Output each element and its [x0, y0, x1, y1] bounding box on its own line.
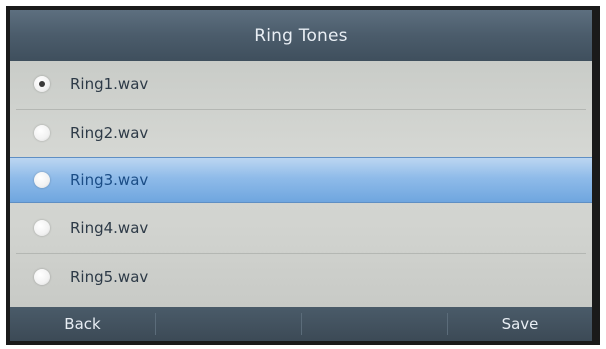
radio-unchecked-icon — [34, 172, 50, 188]
ring-tone-list: Ring1.wav Ring2.wav Ring3.wav Ring4.wav … — [10, 61, 592, 307]
back-softkey-label: Back — [64, 315, 101, 333]
ring-tone-label: Ring4.wav — [70, 219, 149, 237]
phone-screen: Ring Tones Ring1.wav Ring2.wav Ring3.wav… — [6, 6, 600, 345]
ring-tone-item-3[interactable]: Ring3.wav — [10, 157, 592, 203]
ring-tone-label: Ring2.wav — [70, 124, 149, 142]
radio-checked-icon — [34, 76, 50, 92]
ring-tone-label: Ring3.wav — [70, 171, 149, 189]
page-title: Ring Tones — [254, 25, 348, 46]
radio-unchecked-icon — [34, 125, 50, 141]
softkey-3[interactable] — [302, 307, 447, 341]
save-softkey[interactable]: Save — [448, 307, 592, 341]
radio-unchecked-icon — [34, 269, 50, 285]
ring-tone-item-2[interactable]: Ring2.wav — [10, 110, 592, 156]
ring-tone-label: Ring5.wav — [70, 268, 149, 286]
ring-tone-item-1[interactable]: Ring1.wav — [10, 61, 592, 107]
back-softkey[interactable]: Back — [10, 307, 155, 341]
ring-tone-item-5[interactable]: Ring5.wav — [10, 254, 592, 300]
radio-unchecked-icon — [34, 220, 50, 236]
softkey-2[interactable] — [156, 307, 301, 341]
softkey-bar: Back Save — [10, 307, 592, 341]
ring-tone-item-4[interactable]: Ring4.wav — [10, 205, 592, 251]
title-bar: Ring Tones — [10, 10, 592, 61]
save-softkey-label: Save — [501, 315, 539, 333]
ring-tone-label: Ring1.wav — [70, 75, 149, 93]
